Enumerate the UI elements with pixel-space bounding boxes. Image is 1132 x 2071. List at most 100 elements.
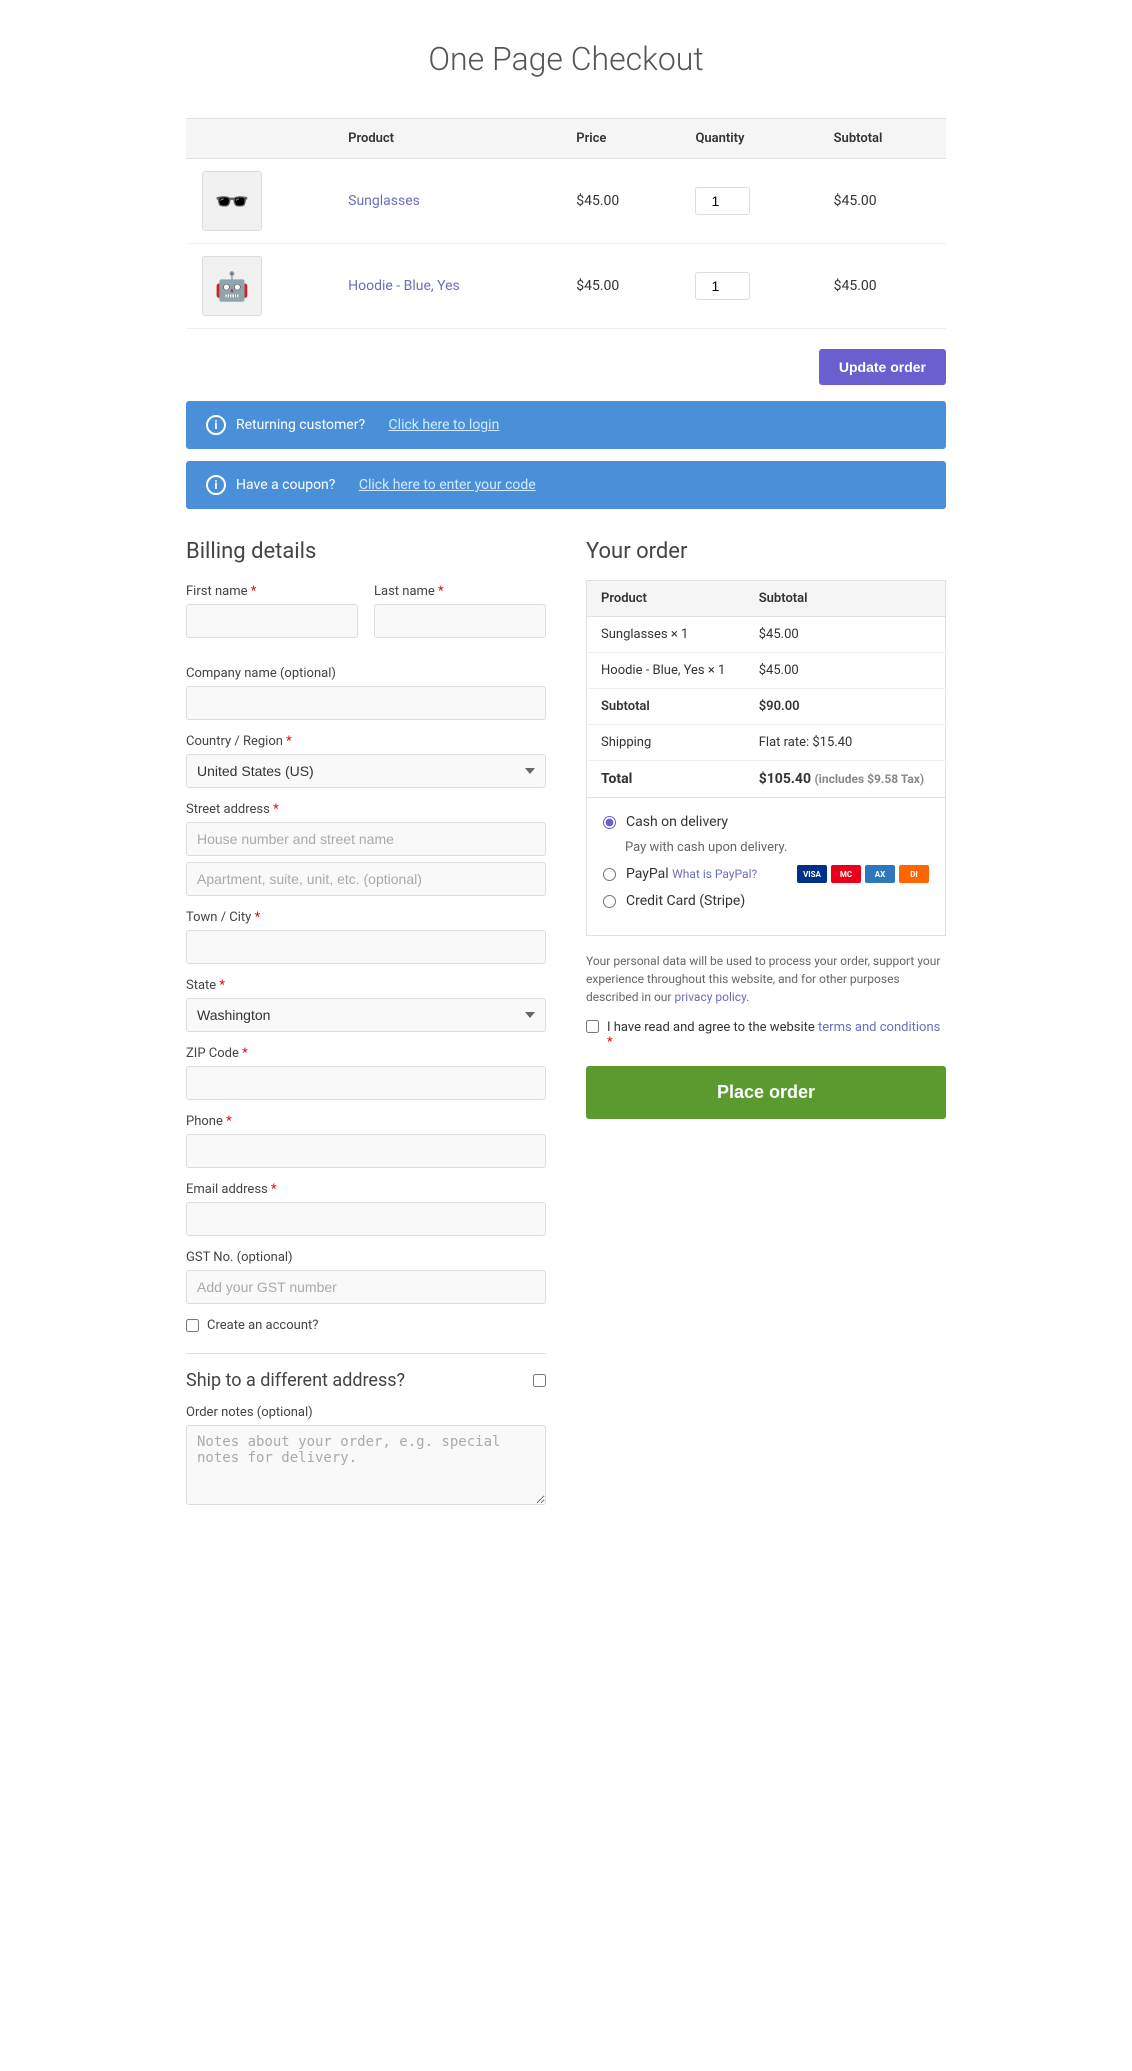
stripe-radio[interactable] — [603, 895, 616, 908]
street-label: Street address * — [186, 802, 546, 817]
order-item-name-0: Sunglasses × 1 — [587, 617, 745, 653]
cash-desc: Pay with cash upon delivery. — [625, 840, 929, 855]
place-order-button[interactable]: Place order — [586, 1066, 946, 1119]
paypal-link[interactable]: What is PayPal? — [672, 867, 757, 881]
country-group: Country / Region * United States (US) — [186, 734, 546, 788]
paypal-radio[interactable] — [603, 868, 616, 881]
company-label: Company name (optional) — [186, 666, 546, 681]
phone-label: Phone * — [186, 1114, 546, 1129]
coupon-banner: i Have a coupon? Click here to enter you… — [186, 461, 946, 509]
state-group: State * Washington — [186, 978, 546, 1032]
street-input[interactable] — [186, 822, 546, 856]
order-item-amount-1: $45.00 — [745, 653, 946, 689]
tax-note: (includes $9.58 Tax) — [814, 772, 924, 786]
order-notes-group: Order notes (optional) — [186, 1405, 546, 1509]
amex-icon: AX — [865, 865, 895, 883]
coupon-text: Have a coupon? — [236, 477, 335, 493]
shipping-label: Shipping — [587, 725, 745, 761]
create-account-label: Create an account? — [207, 1318, 318, 1333]
cash-radio[interactable] — [603, 816, 616, 829]
privacy-link[interactable]: privacy policy — [674, 990, 746, 1004]
company-group: Company name (optional) — [186, 666, 546, 720]
email-input[interactable] — [186, 1202, 546, 1236]
order-notes-input[interactable] — [186, 1425, 546, 1505]
paypal-label: PayPal What is PayPal? — [626, 866, 757, 882]
product-image-hoodie: 🤖 — [202, 256, 262, 316]
required-star-8: * — [223, 1114, 232, 1129]
order-item-row: Hoodie - Blue, Yes × 1 $45.00 — [587, 653, 946, 689]
coupon-link[interactable]: Click here to enter your code — [359, 477, 536, 493]
gst-label: GST No. (optional) — [186, 1250, 546, 1265]
terms-checkbox[interactable] — [586, 1020, 599, 1033]
first-name-group: First name * — [186, 584, 358, 638]
required-star-2: * — [435, 584, 444, 599]
page-title: One Page Checkout — [186, 40, 946, 78]
order-item-name-1: Hoodie - Blue, Yes × 1 — [587, 653, 745, 689]
quantity-input-sunglasses[interactable] — [695, 187, 750, 215]
visa-icon: VISA — [797, 865, 827, 883]
zip-input[interactable] — [186, 1066, 546, 1100]
cash-option: Cash on delivery — [603, 814, 929, 830]
product-subtotal-hoodie: $45.00 — [818, 244, 946, 329]
email-group: Email address * — [186, 1182, 546, 1236]
order-title: Your order — [586, 539, 946, 564]
name-row: First name * Last name * — [186, 584, 546, 652]
order-notes-label: Order notes (optional) — [186, 1405, 546, 1420]
info-icon-2: i — [206, 475, 226, 495]
quantity-input-hoodie[interactable] — [695, 272, 750, 300]
paypal-icons: VISA MC AX DI — [797, 865, 929, 883]
terms-link[interactable]: terms and conditions — [818, 1020, 940, 1035]
order-section: Your order Product Subtotal Sunglasses ×… — [586, 539, 946, 1523]
product-link-sunglasses[interactable]: Sunglasses — [348, 193, 420, 209]
zip-label: ZIP Code * — [186, 1046, 546, 1061]
order-item-amount-0: $45.00 — [745, 617, 946, 653]
apt-input[interactable] — [186, 862, 546, 896]
ship-section: Ship to a different address? — [186, 1353, 546, 1391]
gst-input[interactable] — [186, 1270, 546, 1304]
required-star-4: * — [270, 802, 279, 817]
required-star-5: * — [251, 910, 260, 925]
city-label: Town / City * — [186, 910, 546, 925]
shipping-value: Flat rate: $15.40 — [745, 725, 946, 761]
country-select[interactable]: United States (US) — [186, 754, 546, 788]
product-table: Product Price Quantity Subtotal 🕶️ Sungl… — [186, 118, 946, 329]
product-price-hoodie: $45.00 — [560, 244, 679, 329]
order-summary-table: Product Subtotal Sunglasses × 1 $45.00 H… — [586, 580, 946, 798]
phone-input[interactable] — [186, 1134, 546, 1168]
login-link[interactable]: Click here to login — [389, 417, 500, 433]
order-subtotal-row: Subtotal $90.00 — [587, 689, 946, 725]
privacy-note: Your personal data will be used to proce… — [586, 952, 946, 1006]
company-input[interactable] — [186, 686, 546, 720]
city-input[interactable] — [186, 930, 546, 964]
phone-group: Phone * — [186, 1114, 546, 1168]
create-account-checkbox[interactable] — [186, 1319, 199, 1332]
required-star-3: * — [283, 734, 292, 749]
gst-group: GST No. (optional) — [186, 1250, 546, 1304]
state-select[interactable]: Washington — [186, 998, 546, 1032]
subtotal-label: Subtotal — [587, 689, 745, 725]
order-col-subtotal: Subtotal — [745, 581, 946, 617]
zip-group: ZIP Code * — [186, 1046, 546, 1100]
total-value: $105.40 (includes $9.58 Tax) — [745, 761, 946, 798]
paypal-option: PayPal What is PayPal? VISA MC AX DI — [603, 865, 929, 883]
terms-group: I have read and agree to the website ter… — [586, 1020, 946, 1050]
cash-label: Cash on delivery — [626, 814, 728, 830]
total-label: Total — [587, 761, 745, 798]
update-order-button[interactable]: Update order — [819, 349, 946, 385]
subtotal-value: $90.00 — [745, 689, 946, 725]
street-group: Street address * — [186, 802, 546, 896]
country-label: Country / Region * — [186, 734, 546, 749]
required-star-6: * — [216, 978, 225, 993]
last-name-input[interactable] — [374, 604, 546, 638]
first-name-input[interactable] — [186, 604, 358, 638]
product-link-hoodie[interactable]: Hoodie - Blue, Yes — [348, 278, 460, 294]
state-label: State * — [186, 978, 546, 993]
terms-label: I have read and agree to the website ter… — [607, 1020, 946, 1050]
required-star-9: * — [268, 1182, 277, 1197]
ship-checkbox[interactable] — [533, 1374, 546, 1387]
returning-customer-banner: i Returning customer? Click here to logi… — [186, 401, 946, 449]
col-price: Price — [560, 119, 679, 159]
email-label: Email address * — [186, 1182, 546, 1197]
table-row: 🕶️ Sunglasses $45.00 $45.00 — [186, 159, 946, 244]
ship-title: Ship to a different address? — [186, 1370, 546, 1391]
